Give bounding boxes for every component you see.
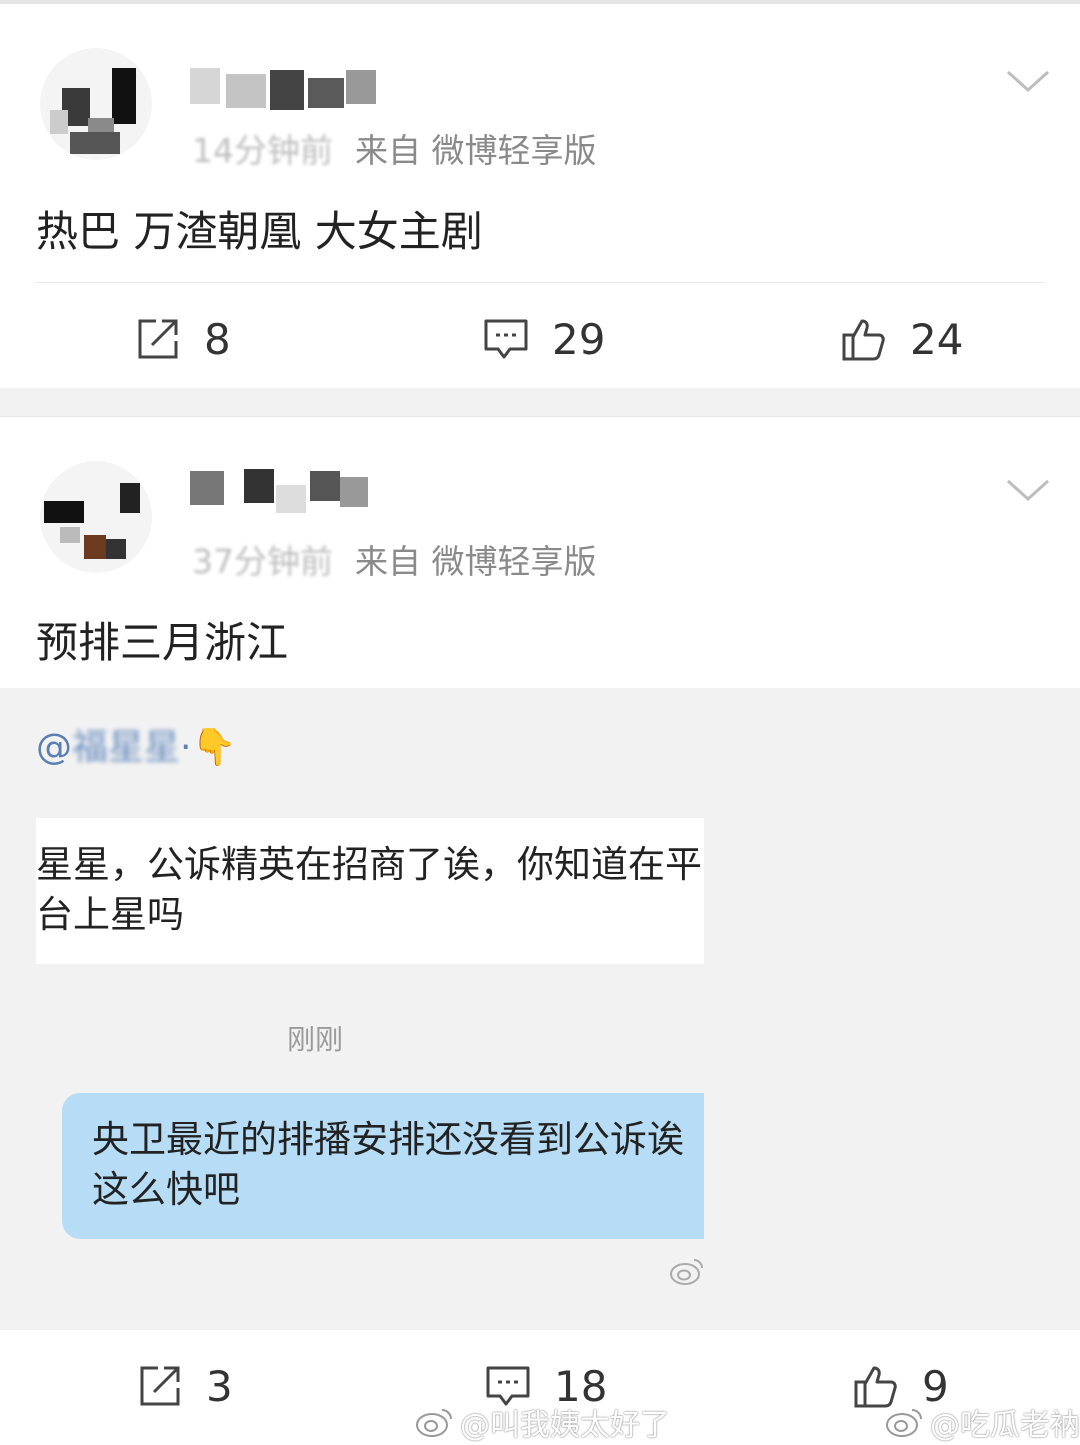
post-card-2: 37分钟前 来自 微博轻享版 预排三月浙江 @福星星·👇 星星，公诉精英在招商了诶… (0, 416, 1080, 1445)
watermark-text: @叫我姨太好了 (460, 1408, 670, 1443)
chevron-down-icon[interactable] (1004, 475, 1052, 505)
weibo-logo-icon (886, 1409, 922, 1437)
username-blurred[interactable] (190, 467, 380, 515)
post-meta: 37分钟前 来自 微博轻享版 (192, 535, 597, 583)
watermark-text: @吃瓜老衲 (930, 1408, 1080, 1443)
post-card-1: 14分钟前 来自 微博轻享版 热巴 万渣朝凰 大女主剧 8 29 24 (0, 0, 1080, 388)
watermark-2: @吃瓜老衲 (884, 1400, 1080, 1444)
mention: @福星星·👇 (36, 718, 236, 770)
weibo-logo-icon (416, 1409, 452, 1437)
like-count: 24 (910, 314, 964, 364)
post-source: 来自 微博轻享版 (355, 131, 597, 170)
chat-bubble-received: 星星，公诉精英在招商了诶，你知道在平台上星吗 (36, 818, 704, 964)
repost-button[interactable]: 8 (134, 294, 231, 384)
repost-icon (138, 319, 178, 359)
like-button[interactable]: 24 (840, 294, 963, 384)
post-source: 来自 微博轻享版 (355, 542, 597, 581)
comment-button[interactable]: 29 (482, 294, 605, 384)
mention-suffix: ·👇 (180, 727, 237, 768)
thumbs-up-icon (842, 319, 885, 361)
username-blurred[interactable] (190, 62, 380, 110)
comment-icon (484, 319, 528, 359)
chevron-down-icon[interactable] (1004, 66, 1052, 96)
repost-button[interactable]: 3 (136, 1341, 233, 1431)
embedded-image[interactable]: @福星星·👇 星星，公诉精英在招商了诶，你知道在平台上星吗 刚刚 央卫最近的排播… (0, 688, 1080, 1330)
repost-count: 3 (206, 1361, 233, 1411)
watermark-1: @叫我姨太好了 (414, 1400, 670, 1444)
action-bar: 8 29 24 (0, 294, 1080, 384)
post-text: 预排三月浙江 (36, 618, 289, 667)
repost-icon (140, 1366, 180, 1406)
post-text: 热巴 万渣朝凰 大女主剧 (36, 207, 483, 256)
repost-count: 8 (204, 314, 231, 364)
chat-bubble-sent: 央卫最近的排播安排还没看到公诉诶 这么快吧 (62, 1093, 704, 1239)
mention-prefix: @ (36, 727, 72, 768)
comment-count: 29 (552, 314, 606, 364)
weibo-logo-icon (670, 1259, 703, 1285)
chat-timestamp: 刚刚 (286, 1023, 343, 1056)
avatar[interactable] (40, 48, 152, 160)
divider (36, 282, 1044, 283)
post-time: 37分钟前 (192, 542, 333, 581)
post-time: 14分钟前 (192, 131, 333, 170)
mention-name-blurred: 福星星 (72, 727, 181, 768)
avatar[interactable] (40, 461, 152, 573)
post-meta: 14分钟前 来自 微博轻享版 (192, 124, 597, 172)
